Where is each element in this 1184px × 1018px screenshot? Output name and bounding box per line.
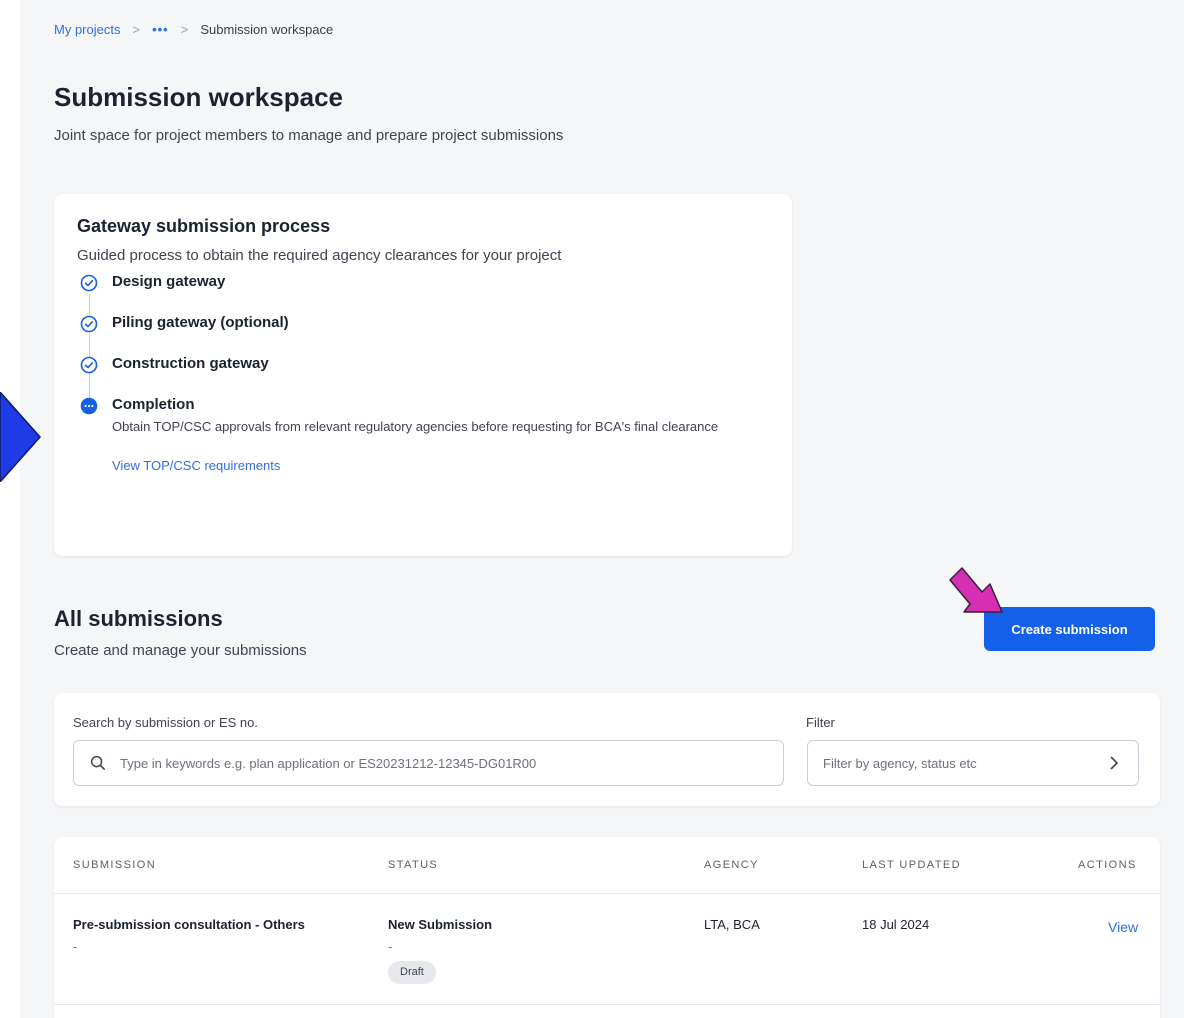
submission-name: Pre-submission consultation - Others bbox=[73, 917, 305, 932]
search-icon bbox=[90, 755, 105, 770]
page-title: Submission workspace bbox=[54, 82, 343, 112]
step-label: Piling gateway (optional) bbox=[112, 314, 289, 331]
check-circle-icon bbox=[80, 315, 98, 333]
submissions-title: All submissions bbox=[54, 606, 223, 631]
chevron-right-icon: > bbox=[180, 22, 189, 37]
submissions-subtitle: Create and manage your submissions bbox=[54, 642, 307, 659]
annotation-arrow-icon bbox=[949, 567, 1003, 613]
table-row-divider bbox=[54, 1004, 1160, 1005]
submission-status: New Submission bbox=[388, 917, 493, 932]
submission-last-updated: 18 Jul 2024 bbox=[862, 917, 930, 932]
view-submission-link[interactable]: View bbox=[1108, 919, 1138, 935]
submissions-table: SUBMISSION STATUS AGENCY LAST UPDATED AC… bbox=[54, 837, 1160, 1018]
filter-field[interactable] bbox=[807, 740, 1139, 786]
page-background: My projects > ••• > Submission workspace… bbox=[20, 0, 1184, 1018]
gateway-steps: Design gateway Piling gateway (optional)… bbox=[77, 272, 769, 475]
search-input[interactable] bbox=[120, 755, 760, 771]
search-label: Search by submission or ES no. bbox=[73, 715, 258, 730]
chevron-right-icon[interactable] bbox=[1106, 755, 1122, 771]
page-subtitle: Joint space for project members to manag… bbox=[54, 127, 564, 144]
step-description: Obtain TOP/CSC approvals from relevant r… bbox=[112, 419, 719, 434]
submission-es-number: - bbox=[73, 939, 78, 954]
gateway-title: Gateway submission process bbox=[77, 216, 331, 236]
table-header-divider bbox=[54, 893, 1160, 894]
breadcrumb: My projects > ••• > Submission workspace bbox=[54, 22, 333, 37]
check-circle-icon bbox=[80, 274, 98, 292]
step-piling-gateway: Piling gateway (optional) bbox=[77, 313, 769, 333]
step-design-gateway: Design gateway bbox=[77, 272, 769, 292]
annotation-arrow-icon bbox=[0, 392, 41, 482]
column-header-actions: ACTIONS bbox=[1078, 859, 1137, 871]
column-header-agency: AGENCY bbox=[704, 859, 759, 871]
breadcrumb-more[interactable]: ••• bbox=[152, 22, 169, 37]
ellipsis-circle-icon bbox=[80, 397, 98, 415]
gateway-process-card: Gateway submission process Guided proces… bbox=[54, 194, 792, 556]
step-label: Design gateway bbox=[112, 273, 226, 290]
step-completion: Completion Obtain TOP/CSC approvals from… bbox=[77, 395, 769, 475]
status-badge: Draft bbox=[388, 961, 436, 984]
breadcrumb-current: Submission workspace bbox=[200, 22, 334, 37]
step-label: Construction gateway bbox=[112, 355, 269, 372]
column-header-submission: SUBMISSION bbox=[73, 859, 157, 871]
breadcrumb-my-projects[interactable]: My projects bbox=[54, 22, 120, 37]
column-header-status: STATUS bbox=[388, 859, 439, 871]
check-circle-icon bbox=[80, 356, 98, 374]
filter-label: Filter bbox=[806, 715, 835, 730]
step-label: Completion bbox=[112, 396, 195, 413]
chevron-right-icon: > bbox=[132, 22, 141, 37]
step-construction-gateway: Construction gateway bbox=[77, 354, 769, 374]
gateway-subtitle: Guided process to obtain the required ag… bbox=[77, 247, 562, 264]
search-filter-card: Search by submission or ES no. Filter bbox=[54, 693, 1160, 806]
view-top-csc-link[interactable]: View TOP/CSC requirements bbox=[112, 458, 280, 473]
search-field[interactable] bbox=[73, 740, 784, 786]
column-header-last-updated: LAST UPDATED bbox=[862, 859, 961, 871]
submission-agency: LTA, BCA bbox=[704, 917, 760, 932]
filter-input[interactable] bbox=[823, 755, 1093, 771]
submission-status-detail: - bbox=[388, 939, 393, 954]
